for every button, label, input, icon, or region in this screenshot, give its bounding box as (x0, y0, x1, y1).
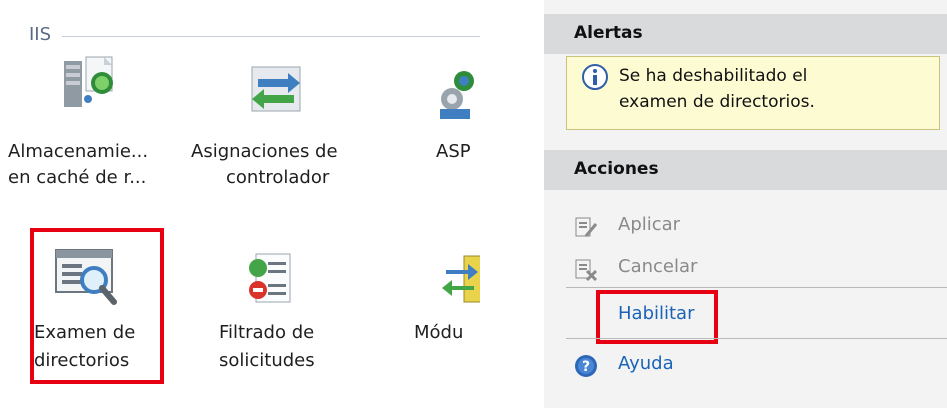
action-apply-label: Aplicar (618, 214, 681, 235)
alert-text-line2: examen de directorios. (619, 92, 815, 112)
tile-label: en caché de r... (8, 167, 147, 188)
tile-label: controlador (226, 167, 330, 188)
tile-request-filtering[interactable]: Filtrado de solicitudes (190, 228, 370, 384)
help-icon: ? (575, 355, 597, 377)
group-divider (62, 36, 480, 37)
actions-title: Acciones (574, 159, 659, 179)
highlight-box-directory-browsing (30, 228, 164, 384)
server-cache-icon (64, 56, 113, 107)
tile-modules[interactable]: Módu (400, 228, 480, 384)
tile-output-caching[interactable]: Almacenamie... en caché de r... (0, 55, 180, 205)
tile-label: solicitudes (219, 350, 315, 371)
action-help-label: Ayuda (618, 353, 674, 374)
group-label: IIS (29, 24, 52, 45)
asp-icon (440, 71, 474, 119)
features-view: IIS Almacenamie... en caché de r... Asig… (0, 0, 480, 408)
highlight-box-enable (596, 290, 718, 344)
actions-divider (566, 287, 947, 288)
tile-label: Filtrado de (219, 322, 315, 343)
alerts-title: Alertas (574, 23, 643, 43)
svg-text:?: ? (582, 359, 590, 375)
actions-header: Acciones (544, 150, 947, 190)
tile-label: Módu (414, 322, 464, 343)
info-icon (582, 64, 608, 90)
tile-asp[interactable]: ASP (410, 55, 480, 205)
apply-icon (575, 217, 598, 237)
request-filtering-icon (249, 253, 291, 303)
tile-label: Almacenamie... (8, 141, 149, 162)
actions-divider (566, 338, 947, 339)
handler-mappings-icon (251, 66, 301, 112)
modules-icon (442, 255, 480, 303)
alerts-header: Alertas (544, 14, 947, 54)
actions-pane: Alertas Se ha deshabilitado el examen de… (544, 0, 947, 408)
alert-box: Se ha deshabilitado el examen de directo… (566, 56, 940, 130)
tile-label: Asignaciones de (191, 141, 338, 162)
tile-label: ASP (436, 141, 471, 162)
separator-gap (480, 0, 544, 408)
cancel-icon (575, 259, 598, 282)
action-cancel-label: Cancelar (618, 256, 698, 277)
alert-text-line1: Se ha deshabilitado el (619, 66, 808, 86)
tile-handler-mappings[interactable]: Asignaciones de controlador (180, 55, 380, 205)
